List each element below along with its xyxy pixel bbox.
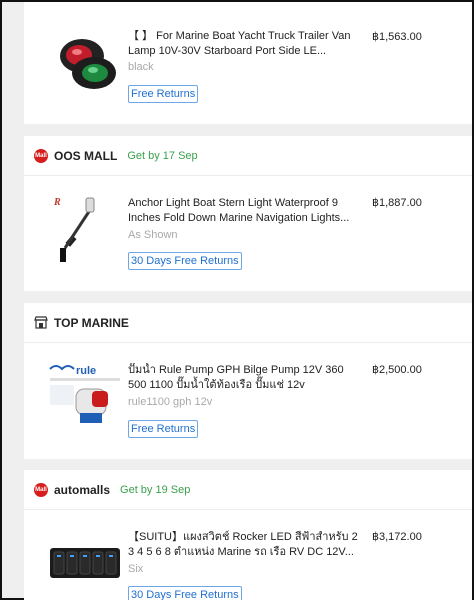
product-variant: rule1100 gph 12v bbox=[128, 396, 213, 408]
shop-header[interactable]: TOP MARINE bbox=[24, 303, 472, 343]
product-title[interactable]: 【 】 For Marine Boat Yacht Truck Trailer … bbox=[128, 29, 358, 59]
mall-icon: Mall bbox=[34, 148, 48, 163]
product-variant: black bbox=[128, 61, 154, 73]
nav-light-image[interactable] bbox=[46, 26, 124, 98]
product-title[interactable]: ปั๊มน้ำ Rule Pump GPH Bilge Pump 12V 360… bbox=[128, 363, 358, 393]
brand-logo: R bbox=[53, 197, 61, 208]
free-returns-badge[interactable]: Free Returns bbox=[128, 85, 199, 103]
mall-icon: Mall bbox=[34, 482, 48, 497]
shop-card-automalls: Mall automalls Get by 19 Sep 【SUITU】แผงส… bbox=[24, 470, 472, 600]
shop-name[interactable]: automalls bbox=[54, 483, 110, 497]
product-title[interactable]: Anchor Light Boat Stern Light Waterproof… bbox=[128, 196, 358, 226]
delivery-date: Get by 19 Sep bbox=[120, 483, 191, 496]
product-title[interactable]: 【SUITU】แผงสวิตช์ Rocker LED สีฟ้าสำหรับ … bbox=[128, 530, 358, 560]
product-variant: As Shown bbox=[128, 229, 178, 241]
shop-card-oos-mall: Mall OOS MALL Get by 17 Sep R Anchor Lig… bbox=[24, 136, 472, 291]
free-returns-badge[interactable]: Free Returns bbox=[128, 420, 199, 438]
shop-header[interactable]: Mall automalls Get by 19 Sep bbox=[24, 470, 472, 510]
delivery-date: Get by 17 Sep bbox=[127, 149, 198, 162]
product-price: ฿2,500.00 bbox=[372, 364, 422, 376]
product-price: ฿1,563.00 bbox=[372, 31, 422, 43]
shop-name[interactable]: OOS MALL bbox=[54, 149, 117, 163]
shop-card-top-marine: TOP MARINE rule ปั๊มน้ำ Rule Pump GPH Bi… bbox=[24, 303, 472, 459]
store-icon bbox=[34, 316, 48, 329]
shop-header[interactable]: Mall OOS MALL Get by 17 Sep bbox=[24, 136, 472, 176]
product-row[interactable]: 【SUITU】แผงสวิตช์ Rocker LED สีฟ้าสำหรับ … bbox=[24, 510, 472, 600]
brand-logo: rule bbox=[76, 365, 96, 377]
product-price: ฿3,172.00 bbox=[372, 531, 422, 543]
product-card-1: 【 】 For Marine Boat Yacht Truck Trailer … bbox=[24, 2, 472, 124]
product-row[interactable]: rule ปั๊มน้ำ Rule Pump GPH Bilge Pump 12… bbox=[24, 343, 472, 459]
product-variant: Six bbox=[128, 563, 144, 575]
shop-name[interactable]: TOP MARINE bbox=[54, 316, 129, 330]
rocker-switch-panel-image[interactable] bbox=[46, 524, 124, 596]
anchor-light-image[interactable]: R bbox=[46, 192, 124, 264]
product-row[interactable]: 【 】 For Marine Boat Yacht Truck Trailer … bbox=[24, 2, 472, 124]
free-returns-badge[interactable]: 30 Days Free Returns bbox=[128, 252, 242, 270]
product-row[interactable]: R Anchor Light Boat Stern Light Waterpro… bbox=[24, 176, 472, 291]
product-price: ฿1,887.00 bbox=[372, 197, 422, 209]
free-returns-badge[interactable]: 30 Days Free Returns bbox=[128, 586, 242, 600]
bilge-pump-image[interactable]: rule bbox=[46, 361, 124, 433]
